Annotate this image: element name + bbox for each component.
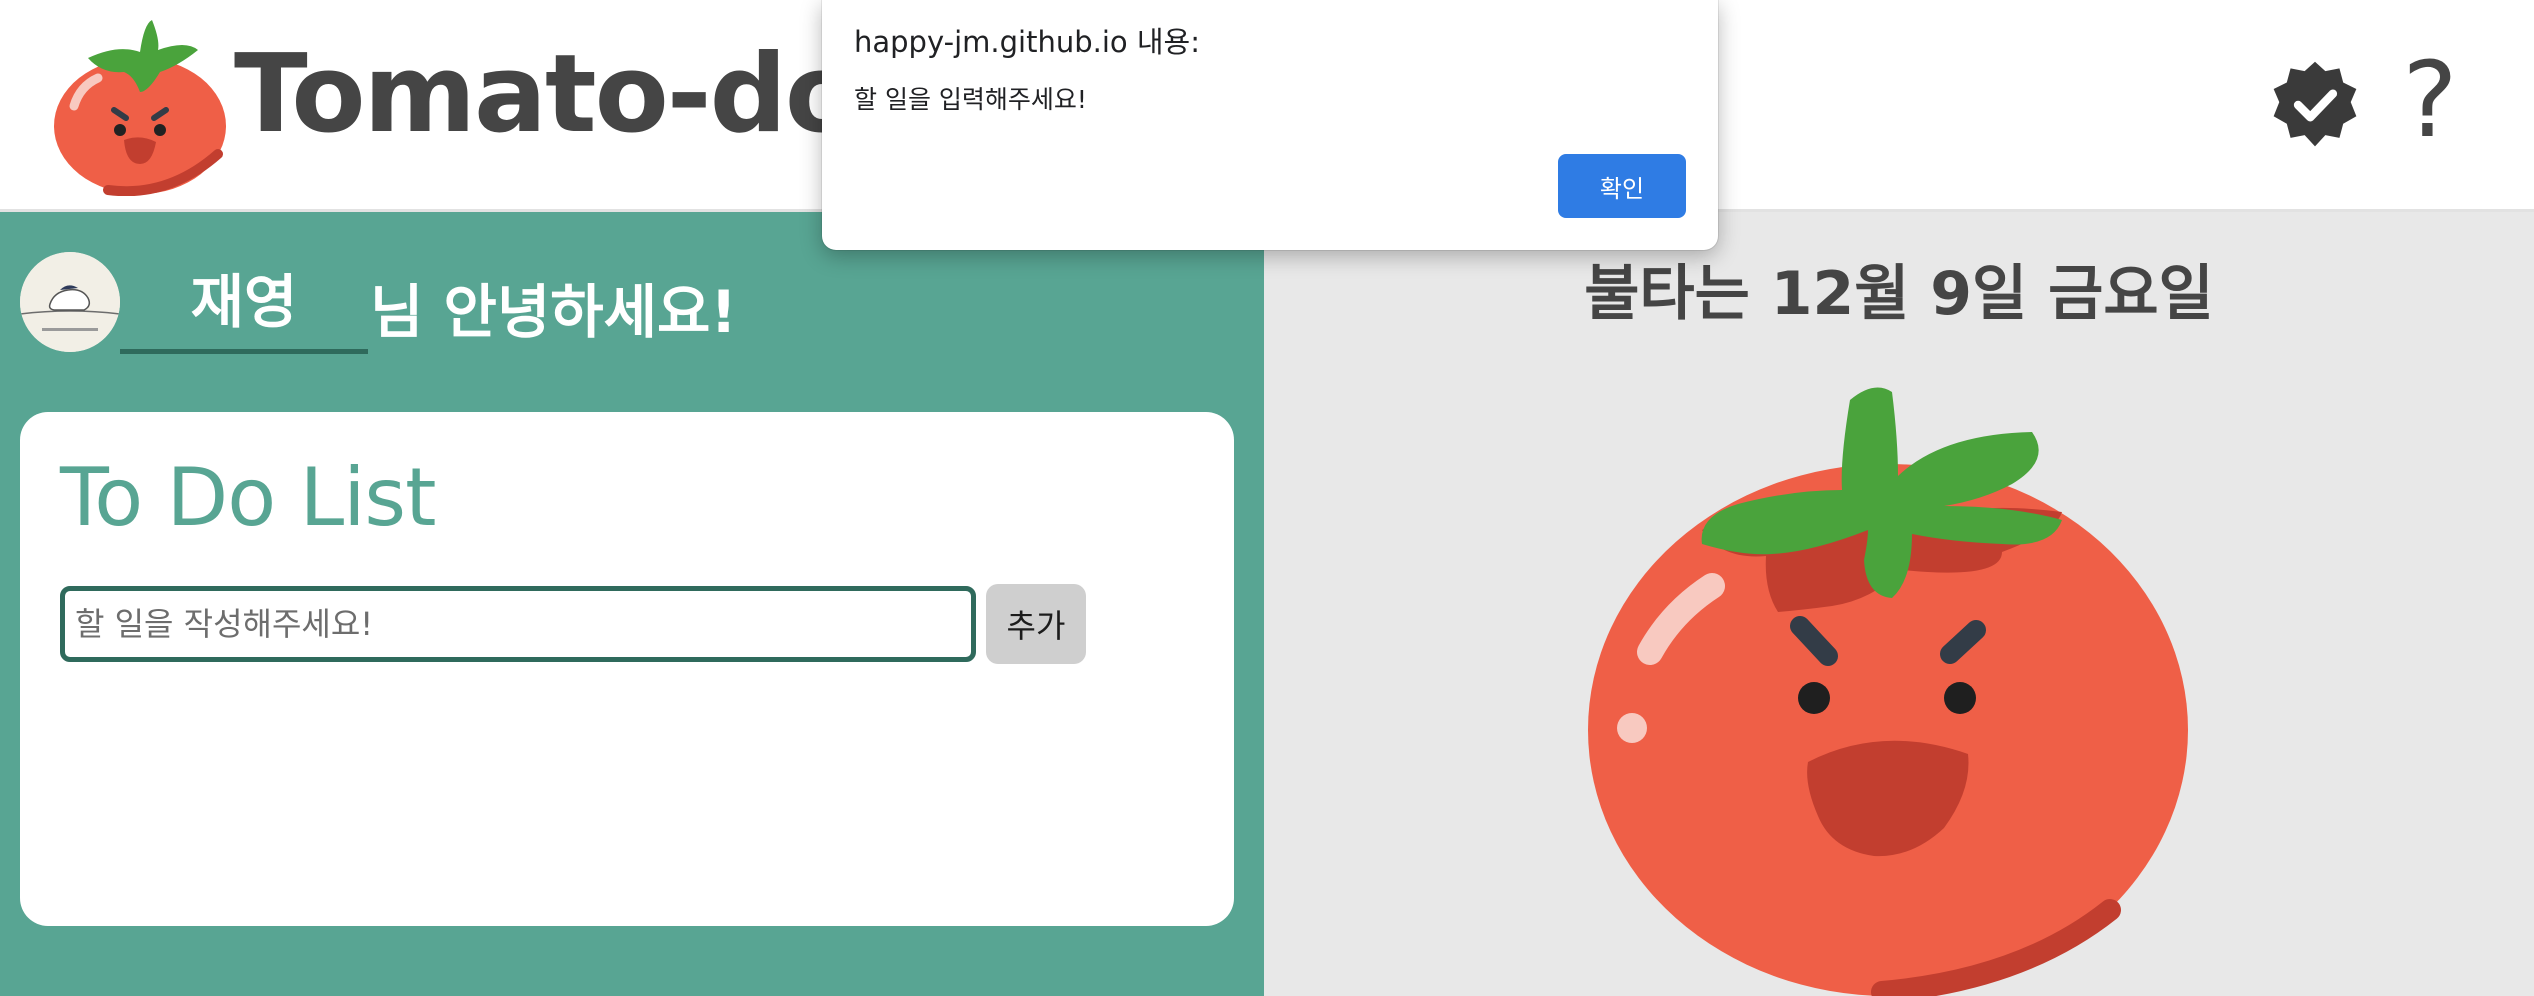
add-todo-button[interactable]: 추가 [986, 584, 1086, 664]
tomato-logo-icon[interactable] [48, 14, 238, 196]
question-icon[interactable]: ? [2395, 40, 2465, 160]
alert-ok-button[interactable]: 확인 [1558, 154, 1686, 218]
todo-input[interactable] [60, 586, 976, 662]
greeting-text: 님 안녕하세요! [370, 278, 737, 346]
app-root: Tomato-do ? 재영 님 안녕하세요! To Do List 추가 [0, 0, 2534, 996]
user-name: 재영 [190, 268, 298, 336]
user-panel: 재영 님 안녕하세요! To Do List 추가 [0, 212, 1264, 996]
alert-message: 할 일을 입력해주세요! [854, 85, 1087, 114]
todo-title: To Do List [60, 451, 436, 544]
user-name-field[interactable]: 재영 [120, 262, 368, 354]
app-logo-text: Tomato-do [234, 32, 859, 157]
avatar [20, 252, 120, 352]
date-panel: 불타는 12월 9일 금요일 [1264, 212, 2534, 996]
angry-tomato-icon [1588, 387, 2188, 996]
alert-title: happy-jm.github.io 내용: [854, 25, 1200, 59]
todo-card: To Do List 추가 [20, 412, 1234, 926]
verified-badge-icon[interactable] [2268, 58, 2362, 152]
alert-dialog: happy-jm.github.io 내용: 할 일을 입력해주세요! 확인 [822, 0, 1718, 250]
date-banner: 불타는 12월 9일 금요일 [1584, 259, 2214, 329]
avatar-illustration-icon [20, 252, 120, 352]
